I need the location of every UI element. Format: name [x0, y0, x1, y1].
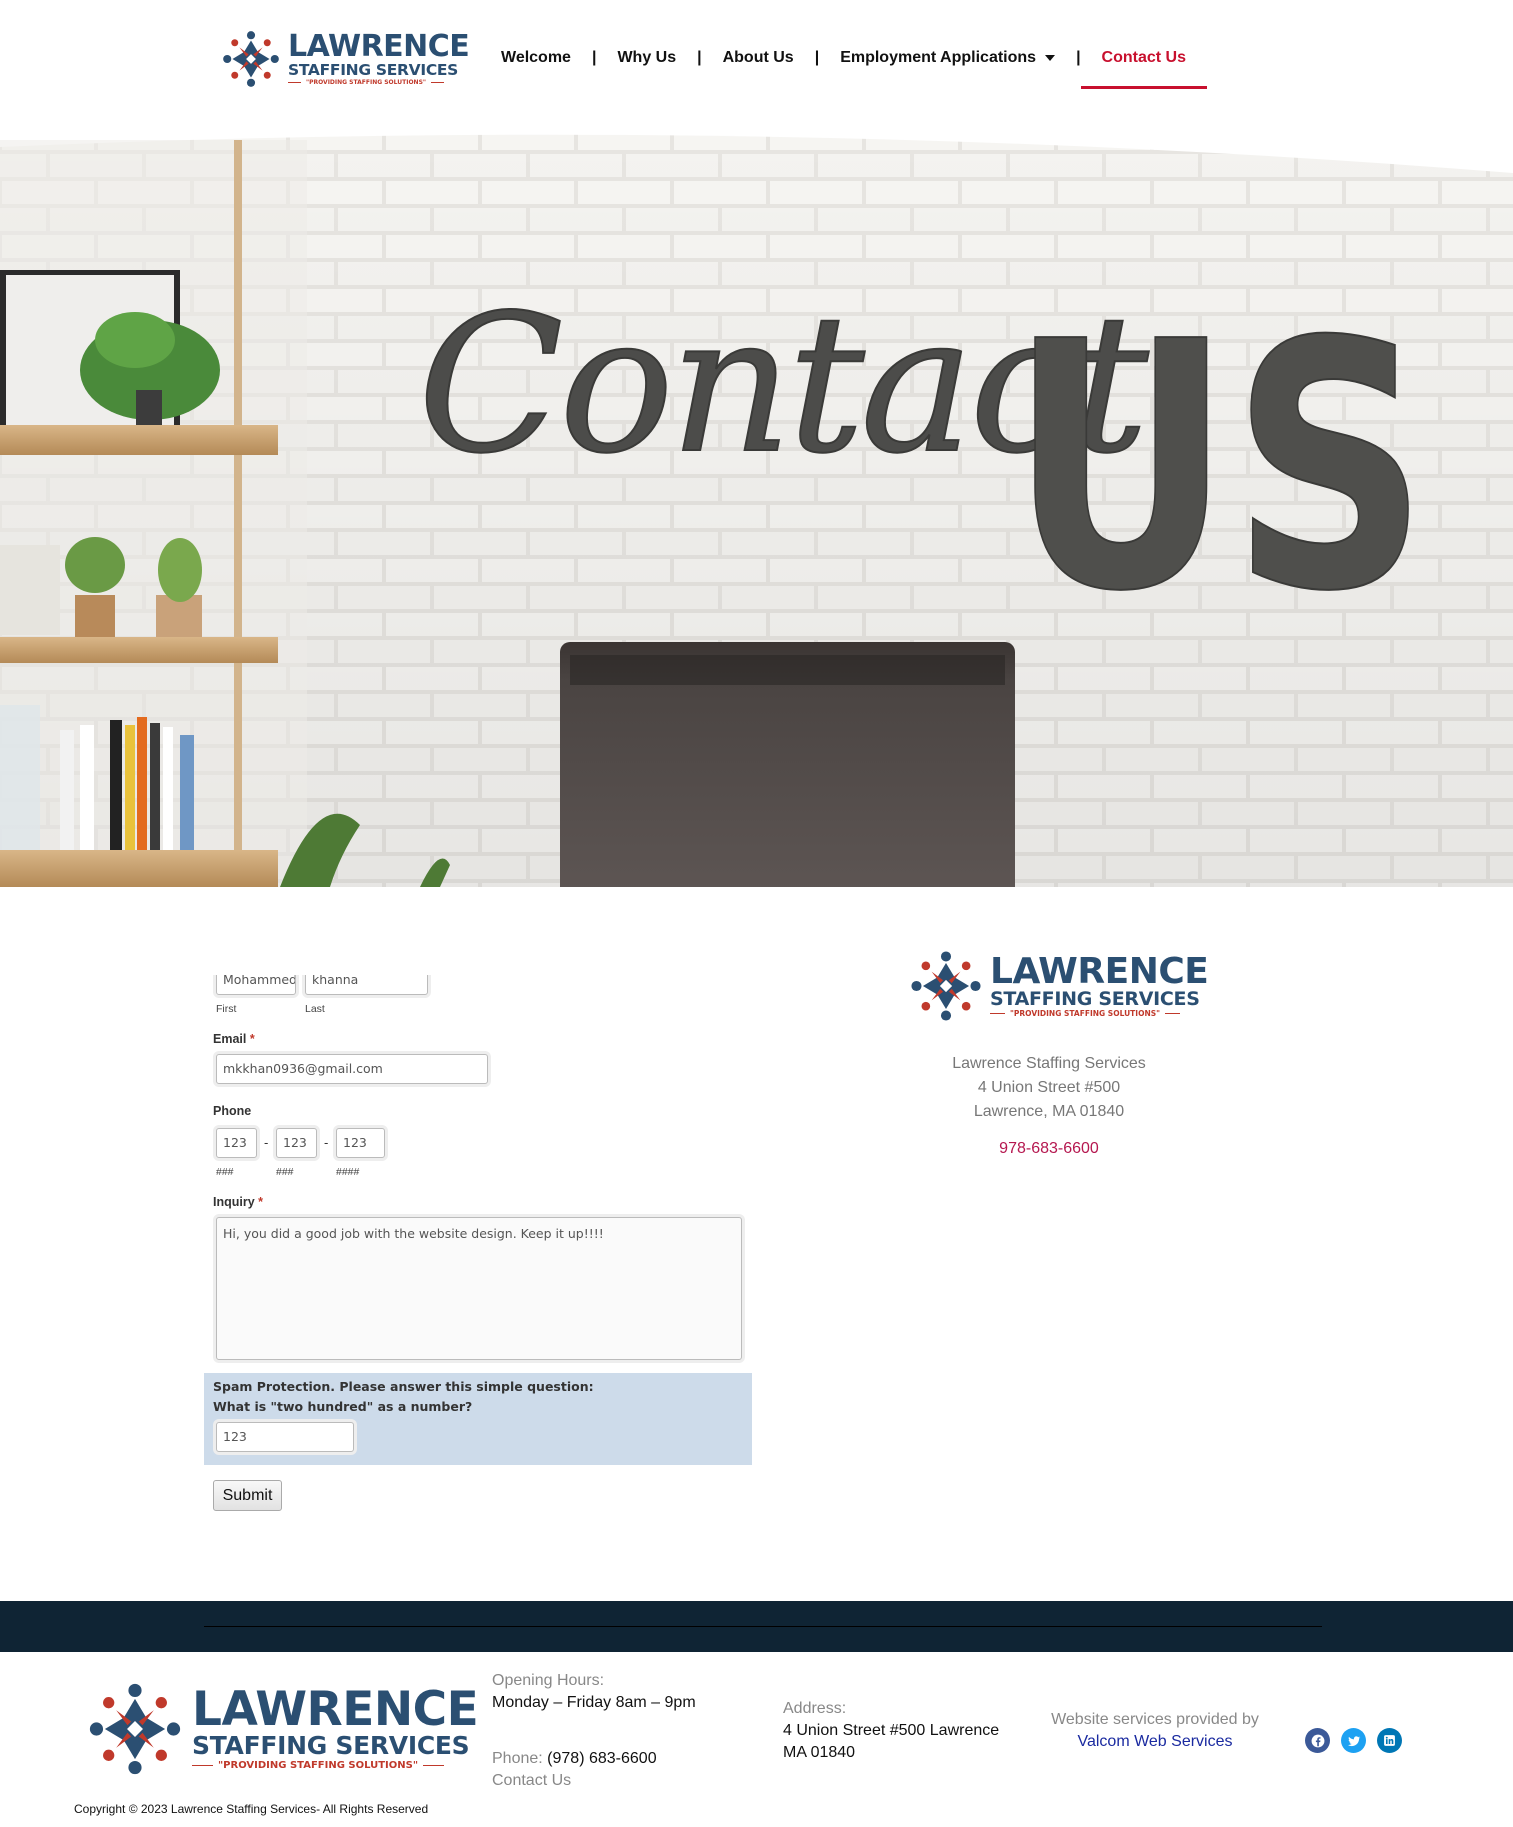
- footer-phone-value[interactable]: (978) 683-6600: [547, 1750, 656, 1767]
- copyright-text: Copyright © 2023 Lawrence Staffing Servi…: [74, 1802, 429, 1816]
- phone-prefix-field[interactable]: 123: [276, 1128, 317, 1158]
- contact-phone-link[interactable]: 978-683-6600: [880, 1140, 1218, 1158]
- contact-logo: LAWRENCE STAFFING SERVICES "PROVIDING ST…: [910, 950, 1209, 1022]
- credit-text: Website services provided by: [1051, 1711, 1259, 1728]
- nav-welcome[interactable]: Welcome: [480, 49, 592, 67]
- phone-hint-2: ###: [276, 1166, 294, 1178]
- nav-employment-label: Employment Applications: [840, 49, 1037, 66]
- hours-value: Monday – Friday 8am – 9pm: [492, 1694, 696, 1711]
- address-line1: 4 Union Street #500 Lawrence: [783, 1722, 1000, 1739]
- hero-sign-block: US: [1010, 270, 1428, 666]
- spam-protection-box: Spam Protection. Please answer this simp…: [204, 1373, 752, 1465]
- logo-tagline: "PROVIDING STAFFING SOLUTIONS": [288, 79, 444, 86]
- nav-contact-us[interactable]: Contact Us: [1080, 49, 1208, 89]
- logo-tagline-text: "PROVIDING STAFFING SOLUTIONS": [217, 1759, 419, 1771]
- contact-city: Lawrence, MA 01840: [973, 1103, 1125, 1120]
- nav-why-us[interactable]: Why Us: [596, 49, 697, 67]
- logo-tagline-text: "PROVIDING STAFFING SOLUTIONS": [1009, 1009, 1161, 1019]
- credit-link[interactable]: Valcom Web Services: [1030, 1731, 1280, 1753]
- submit-button[interactable]: Submit: [213, 1480, 282, 1511]
- email-label: Email *: [213, 1032, 255, 1046]
- form-scroll-mask: [0, 887, 760, 975]
- phone-dash: -: [264, 1135, 269, 1150]
- facebook-icon[interactable]: [1305, 1728, 1330, 1753]
- chevron-down-icon[interactable]: [1045, 55, 1056, 61]
- inquiry-label: Inquiry *: [213, 1195, 263, 1209]
- email-label-text: Email: [213, 1032, 247, 1046]
- footer-divider: [204, 1626, 1322, 1627]
- phone-hint-1: ###: [216, 1166, 234, 1178]
- twitter-icon[interactable]: [1341, 1728, 1366, 1753]
- address-label: Address:: [783, 1700, 847, 1717]
- first-name-label: First: [216, 1003, 237, 1015]
- footer-credit: Website services provided by Valcom Web …: [1030, 1709, 1280, 1753]
- logo-name-line1: LAWRENCE: [192, 1682, 479, 1738]
- phone-label: Phone:: [492, 1750, 543, 1767]
- hero-image: Contact US: [0, 134, 1513, 887]
- logo-name-line2: STAFFING SERVICES: [192, 1731, 470, 1761]
- footer-address: Address: 4 Union Street #500 Lawrence MA…: [783, 1698, 999, 1764]
- site-header: LAWRENCE STAFFING SERVICES "PROVIDING ST…: [0, 0, 1513, 125]
- logo-name-line1: LAWRENCE: [990, 950, 1209, 992]
- logo-name-line2: STAFFING SERVICES: [990, 987, 1200, 1010]
- footer-phone: Phone: (978) 683-6600 Contact Us: [492, 1748, 657, 1792]
- logo-name-line2: STAFFING SERVICES: [288, 61, 459, 80]
- phone-label: Phone: [213, 1104, 252, 1118]
- site-logo[interactable]: LAWRENCE STAFFING SERVICES "PROVIDING ST…: [222, 29, 470, 88]
- social-links: [1305, 1728, 1402, 1753]
- logo-name-line1: LAWRENCE: [288, 29, 470, 65]
- footer-logo[interactable]: LAWRENCE STAFFING SERVICES "PROVIDING ST…: [88, 1682, 479, 1776]
- logo-tagline: "PROVIDING STAFFING SOLUTIONS": [990, 1009, 1181, 1019]
- linkedin-icon[interactable]: [1377, 1728, 1402, 1753]
- logo-mark-icon: [89, 1683, 181, 1775]
- contact-street: 4 Union Street #500: [977, 1079, 1121, 1096]
- logo-tagline-text: "PROVIDING STAFFING SOLUTIONS": [305, 78, 427, 86]
- footer-hours: Opening Hours: Monday – Friday 8am – 9pm: [492, 1670, 696, 1714]
- spam-answer-field[interactable]: 123: [216, 1422, 354, 1452]
- inquiry-textarea[interactable]: Hi, you did a good job with the website …: [216, 1217, 742, 1360]
- logo-mark-icon: [911, 951, 981, 1021]
- footer-contact-link[interactable]: Contact Us: [492, 1770, 657, 1792]
- contact-address: Lawrence Staffing Services 4 Union Stree…: [880, 1052, 1218, 1124]
- last-name-label: Last: [305, 1003, 325, 1015]
- main-nav: Welcome | Why Us | About Us | Employment…: [480, 40, 1208, 89]
- required-mark: *: [258, 1195, 264, 1209]
- phone-line-field[interactable]: 123: [336, 1128, 385, 1158]
- hours-label: Opening Hours:: [492, 1672, 605, 1689]
- required-mark: *: [249, 1032, 255, 1046]
- nav-about-us[interactable]: About Us: [702, 49, 815, 67]
- footer-band: [0, 1601, 1513, 1652]
- contact-company: Lawrence Staffing Services: [952, 1055, 1146, 1072]
- phone-hint-3: ####: [336, 1166, 360, 1178]
- hero-banner: Contact US: [0, 125, 1513, 887]
- inquiry-label-text: Inquiry: [213, 1195, 255, 1209]
- spam-question-line1: Spam Protection. Please answer this simp…: [213, 1379, 594, 1394]
- phone-dash: -: [324, 1135, 329, 1150]
- address-line2: MA 01840: [783, 1744, 856, 1761]
- logo-mark-icon: [223, 31, 279, 87]
- nav-employment-applications[interactable]: Employment Applications: [819, 49, 1076, 67]
- logo-tagline: "PROVIDING STAFFING SOLUTIONS": [192, 1759, 445, 1772]
- spam-question-line2: What is "two hundred" as a number?: [213, 1399, 473, 1414]
- email-field[interactable]: mkkhan0936@gmail.com: [216, 1054, 488, 1084]
- phone-area-code-field[interactable]: 123: [216, 1128, 257, 1158]
